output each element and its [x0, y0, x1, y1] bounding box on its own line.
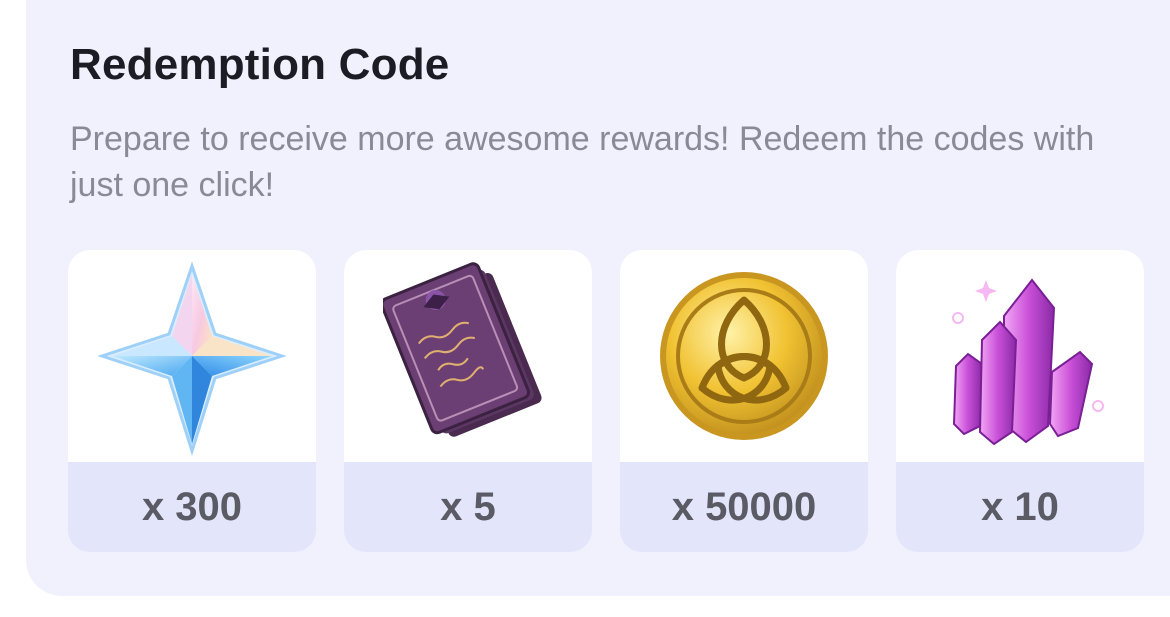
reward-item-coin[interactable]: x 50000: [620, 250, 868, 552]
reward-quantity: x 50000: [671, 484, 817, 529]
reward-item-primogem[interactable]: x 300: [68, 250, 316, 552]
reward-item-crystal[interactable]: x 10: [896, 250, 1144, 552]
reward-image: [344, 250, 592, 462]
reward-quantity: x 300: [141, 484, 243, 529]
reward-quantity: x 5: [440, 484, 496, 529]
panel-description: Prepare to receive more awesome rewards!…: [70, 120, 1095, 204]
reward-image: [896, 250, 1144, 462]
primogem-icon: [97, 261, 287, 456]
reward-list: x 300 x 5 x 50000 x 10: [68, 250, 1144, 552]
panel-title: Redemption Code: [70, 40, 450, 89]
reward-image: [68, 250, 316, 462]
reward-item-book[interactable]: x 5: [344, 250, 592, 552]
purple-crystal-icon: [952, 278, 1104, 446]
reward-quantity: x 10: [981, 484, 1059, 529]
reward-image: [620, 250, 868, 462]
heros-wit-book-icon: [383, 262, 542, 437]
mora-coin-icon: [660, 272, 828, 440]
